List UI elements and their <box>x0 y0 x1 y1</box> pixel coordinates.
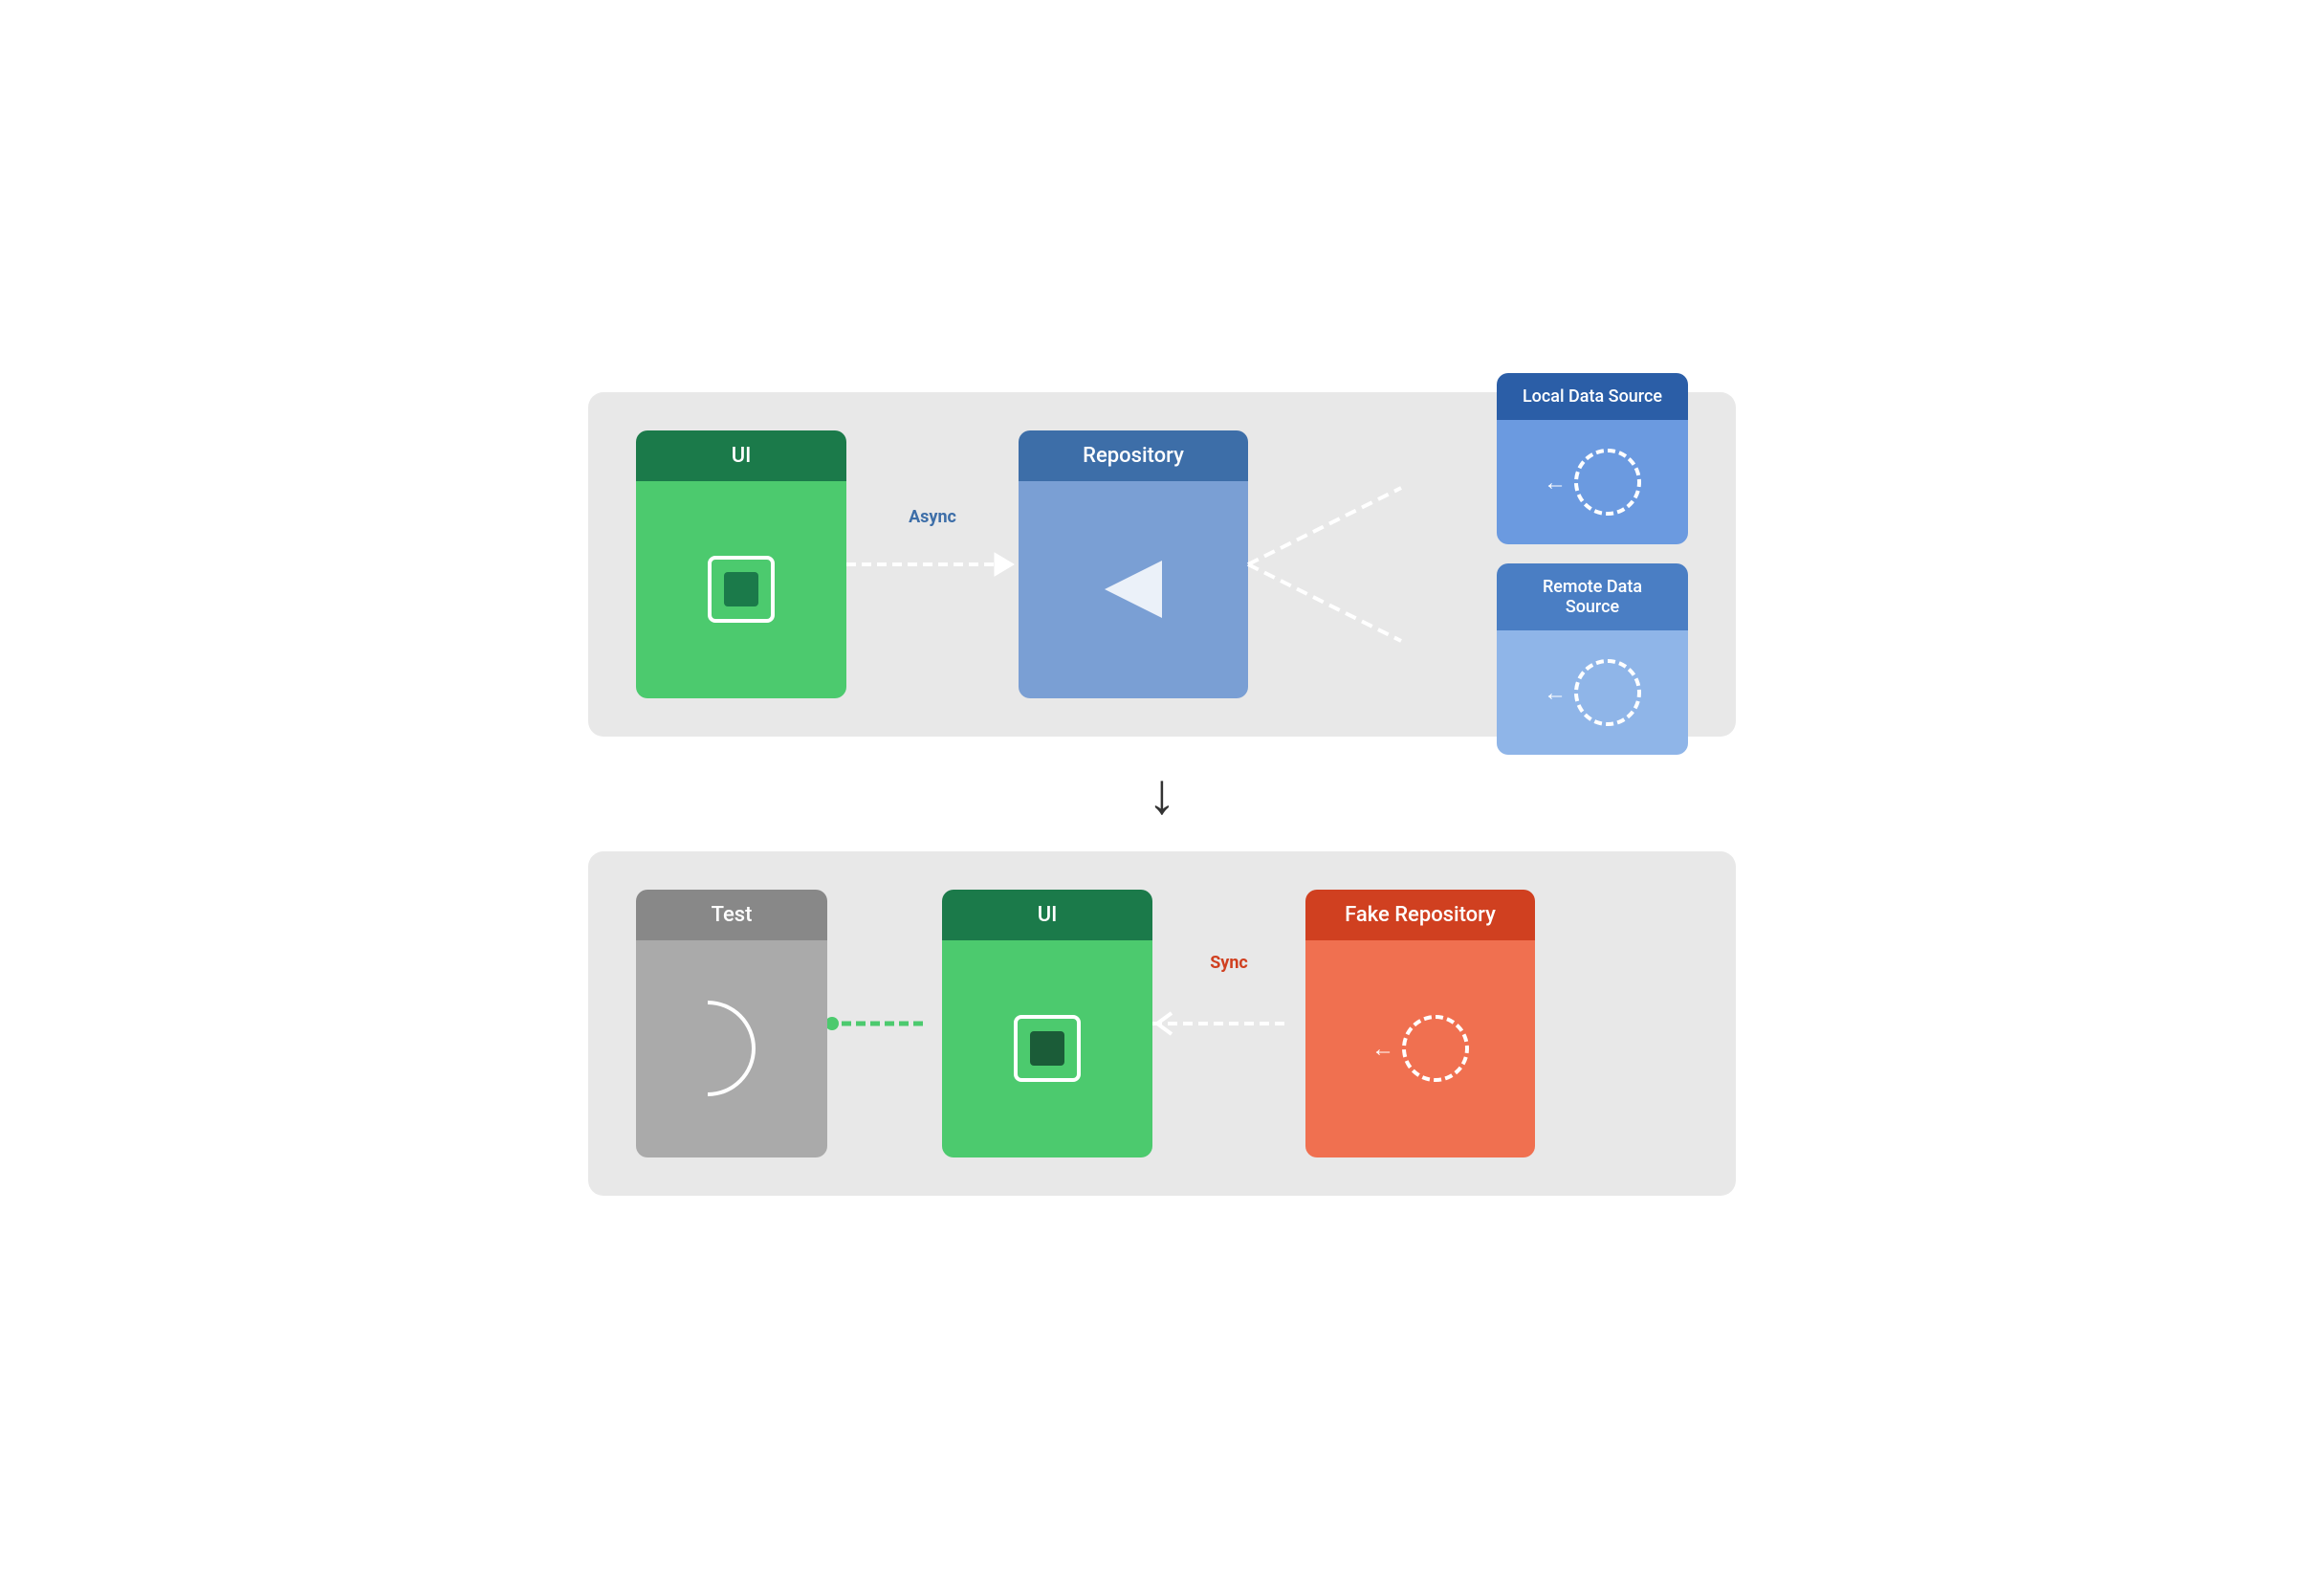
fake-circle-arrow: ← <box>1371 1015 1469 1082</box>
source-lines-svg <box>1248 430 1688 698</box>
async-label: Async <box>909 507 956 527</box>
test-half-circle-icon <box>708 1001 756 1096</box>
bottom-diagram: Test UI <box>588 851 1736 1196</box>
ui-inner-square-top <box>708 556 775 623</box>
ui-inner-icon-bottom <box>1030 1031 1064 1066</box>
top-diagram: UI Async <box>588 392 1736 737</box>
fake-repo-box: Fake Repository ← <box>1305 890 1535 1157</box>
test-box: Test <box>636 890 827 1157</box>
ui-inner-icon-top <box>724 572 758 606</box>
ui-box-bottom-body <box>942 940 1152 1157</box>
repo-triangle-icon <box>1095 551 1172 628</box>
diagram-container: UI Async <box>588 392 1736 1196</box>
fake-repo-body: ← <box>1305 940 1535 1157</box>
sync-label: Sync <box>1210 953 1248 973</box>
test-box-header: Test <box>636 890 827 940</box>
fake-repo-label: Fake Repository <box>1345 903 1496 927</box>
test-to-ui-line-svg <box>827 1000 942 1047</box>
fake-dashed-circle <box>1402 1015 1469 1082</box>
local-source-label: Local Data Source <box>1523 386 1662 407</box>
repo-label: Repository <box>1083 444 1184 468</box>
ui-inner-square-bottom <box>1014 1015 1081 1082</box>
local-source-header: Local Data Source <box>1497 373 1688 420</box>
repo-box-header: Repository <box>1019 430 1248 481</box>
down-arrow: ↓ <box>1148 765 1176 823</box>
ui-box-bottom-header: UI <box>942 890 1152 940</box>
arrow-down-symbol: ↓ <box>1148 765 1176 823</box>
repo-box-body <box>1019 481 1248 698</box>
test-box-body <box>636 940 827 1157</box>
fake-arrow-icon: ← <box>1371 1035 1394 1063</box>
ui-box-bottom: UI <box>942 890 1152 1157</box>
ui-box-top-header: UI <box>636 430 846 481</box>
ui-label-bottom: UI <box>1038 903 1058 927</box>
ui-box-top: UI <box>636 430 846 698</box>
ui-label-top: UI <box>732 444 752 468</box>
ui-to-fake-line-svg <box>1152 1000 1305 1047</box>
fake-repo-header: Fake Repository <box>1305 890 1535 940</box>
repo-box: Repository <box>1019 430 1248 698</box>
ui-box-top-body <box>636 481 846 698</box>
async-line-svg <box>846 536 1019 593</box>
test-label: Test <box>712 903 753 927</box>
